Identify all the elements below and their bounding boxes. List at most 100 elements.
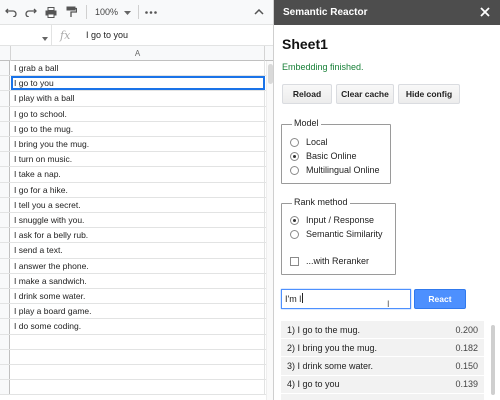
table-row: I drink some water. xyxy=(0,289,273,305)
row-header[interactable] xyxy=(0,76,10,91)
cell[interactable] xyxy=(11,334,265,349)
name-box[interactable] xyxy=(0,25,52,45)
clear-cache-button[interactable]: Clear cache xyxy=(336,84,394,104)
zoom-value: 100% xyxy=(95,7,119,17)
cell[interactable] xyxy=(11,380,265,395)
row-header[interactable] xyxy=(0,152,10,167)
zoom-select[interactable]: 100% xyxy=(95,5,132,19)
react-button[interactable]: React xyxy=(414,289,466,309)
radio-icon[interactable] xyxy=(290,165,299,175)
row-header[interactable] xyxy=(0,228,10,243)
row-header[interactable] xyxy=(0,91,10,106)
rank-option-semantic-similarity[interactable]: Semantic Similarity xyxy=(290,229,383,239)
row-header[interactable] xyxy=(0,273,10,288)
row-header[interactable] xyxy=(0,182,10,197)
cell[interactable]: I go to school. xyxy=(11,106,265,121)
result-score: 0.200 xyxy=(455,324,478,335)
paint-format-icon[interactable] xyxy=(64,5,78,19)
row-header[interactable] xyxy=(0,137,10,152)
row-header[interactable] xyxy=(0,243,10,258)
sheet-name: Sheet1 xyxy=(282,36,328,52)
vertical-scrollbar[interactable] xyxy=(266,61,273,400)
cell[interactable]: I snuggle with you. xyxy=(11,213,265,228)
cell[interactable]: I take a nap. xyxy=(11,167,265,182)
rank-option-input-response[interactable]: Input / Response xyxy=(290,215,374,225)
cell[interactable]: I go for a hike. xyxy=(11,182,265,197)
cell[interactable]: I drink some water. xyxy=(11,289,265,304)
sidebar-scrollbar[interactable] xyxy=(490,25,496,400)
column-header-a[interactable]: A xyxy=(10,46,265,61)
row-header[interactable] xyxy=(0,106,10,121)
chevron-down-icon xyxy=(124,7,132,17)
cell[interactable] xyxy=(11,349,265,364)
model-option-basic-online[interactable]: Basic Online xyxy=(290,151,357,161)
radio-icon[interactable] xyxy=(290,137,299,147)
cell[interactable]: I make a sandwich. xyxy=(11,273,265,288)
row-header[interactable] xyxy=(0,304,10,319)
radio-icon[interactable] xyxy=(290,229,299,239)
reload-button[interactable]: Reload xyxy=(282,84,332,104)
model-option-multilingual-online[interactable]: Multilingual Online xyxy=(290,165,380,175)
formula-bar: fx I go to you xyxy=(0,25,273,46)
cell[interactable]: I play a board game. xyxy=(11,304,265,319)
close-icon[interactable] xyxy=(479,6,491,18)
table-row: I go for a hike. xyxy=(0,182,273,198)
table-row: I go to school. xyxy=(0,106,273,122)
cell[interactable] xyxy=(11,365,265,380)
cell[interactable]: I ask for a belly rub. xyxy=(11,228,265,243)
cell[interactable]: I tell you a secret. xyxy=(11,197,265,212)
cell[interactable]: I go to the mug. xyxy=(11,121,265,136)
row-header[interactable] xyxy=(0,289,10,304)
more-icon[interactable] xyxy=(144,5,158,19)
cell[interactable]: I turn on music. xyxy=(11,152,265,167)
result-item[interactable]: 1) I go to the mug. 0.200 xyxy=(281,321,484,340)
row-header[interactable] xyxy=(0,319,10,334)
scrollbar-thumb[interactable] xyxy=(491,325,495,395)
hide-config-button[interactable]: Hide config xyxy=(398,84,460,104)
result-item[interactable]: 3) I drink some water. 0.150 xyxy=(281,357,484,376)
cell[interactable]: I answer the phone. xyxy=(11,258,265,273)
model-option-label: Basic Online xyxy=(306,151,357,161)
chevron-down-icon xyxy=(42,33,48,43)
result-item[interactable]: 4) I go to you 0.139 xyxy=(281,375,484,394)
cell[interactable]: I send a text. xyxy=(11,243,265,258)
table-row: I do some coding. xyxy=(0,319,273,335)
undo-icon[interactable] xyxy=(4,5,18,19)
query-value: I'm l xyxy=(285,294,302,304)
radio-selected-icon[interactable] xyxy=(290,215,299,225)
cell[interactable]: I do some coding. xyxy=(11,319,265,334)
collapse-icon[interactable] xyxy=(252,5,266,19)
table-row: I take a nap. xyxy=(0,167,273,183)
formula-input[interactable]: I go to you xyxy=(86,30,128,40)
table-row xyxy=(0,334,273,350)
cell[interactable]: I grab a ball xyxy=(11,61,265,76)
row-header[interactable] xyxy=(0,121,10,136)
result-item[interactable]: 2) I bring you the mug. 0.182 xyxy=(281,339,484,358)
row-header[interactable] xyxy=(0,258,10,273)
model-option-local[interactable]: Local xyxy=(290,137,328,147)
table-row: I play with a ball xyxy=(0,91,273,107)
radio-selected-icon[interactable] xyxy=(290,151,299,161)
fx-icon: fx xyxy=(60,29,71,42)
semantic-reactor-sidebar: Semantic Reactor Sheet1 Embedding finish… xyxy=(273,0,500,400)
row-header[interactable] xyxy=(0,197,10,212)
cell[interactable]: I play with a ball xyxy=(11,91,265,106)
result-text: 4) I go to you xyxy=(287,379,340,390)
selected-cell[interactable]: I go to you xyxy=(11,76,265,91)
row-header[interactable] xyxy=(0,213,10,228)
row-header[interactable] xyxy=(0,380,10,395)
sidebar-title: Semantic Reactor xyxy=(283,7,368,18)
row-header[interactable] xyxy=(0,349,10,364)
print-icon[interactable] xyxy=(44,5,58,19)
row-header[interactable] xyxy=(0,61,10,76)
reranker-checkbox[interactable] xyxy=(290,256,299,266)
redo-icon[interactable] xyxy=(24,5,38,19)
row-header[interactable] xyxy=(0,334,10,349)
cell[interactable]: I bring you the mug. xyxy=(11,137,265,152)
table-row: I turn on music. xyxy=(0,152,273,168)
reranker-checkbox-row[interactable]: ...with Reranker xyxy=(290,256,369,266)
row-header[interactable] xyxy=(0,167,10,182)
row-header[interactable] xyxy=(0,365,10,380)
result-item[interactable] xyxy=(281,393,484,400)
query-input[interactable]: I'm l I xyxy=(281,289,411,309)
